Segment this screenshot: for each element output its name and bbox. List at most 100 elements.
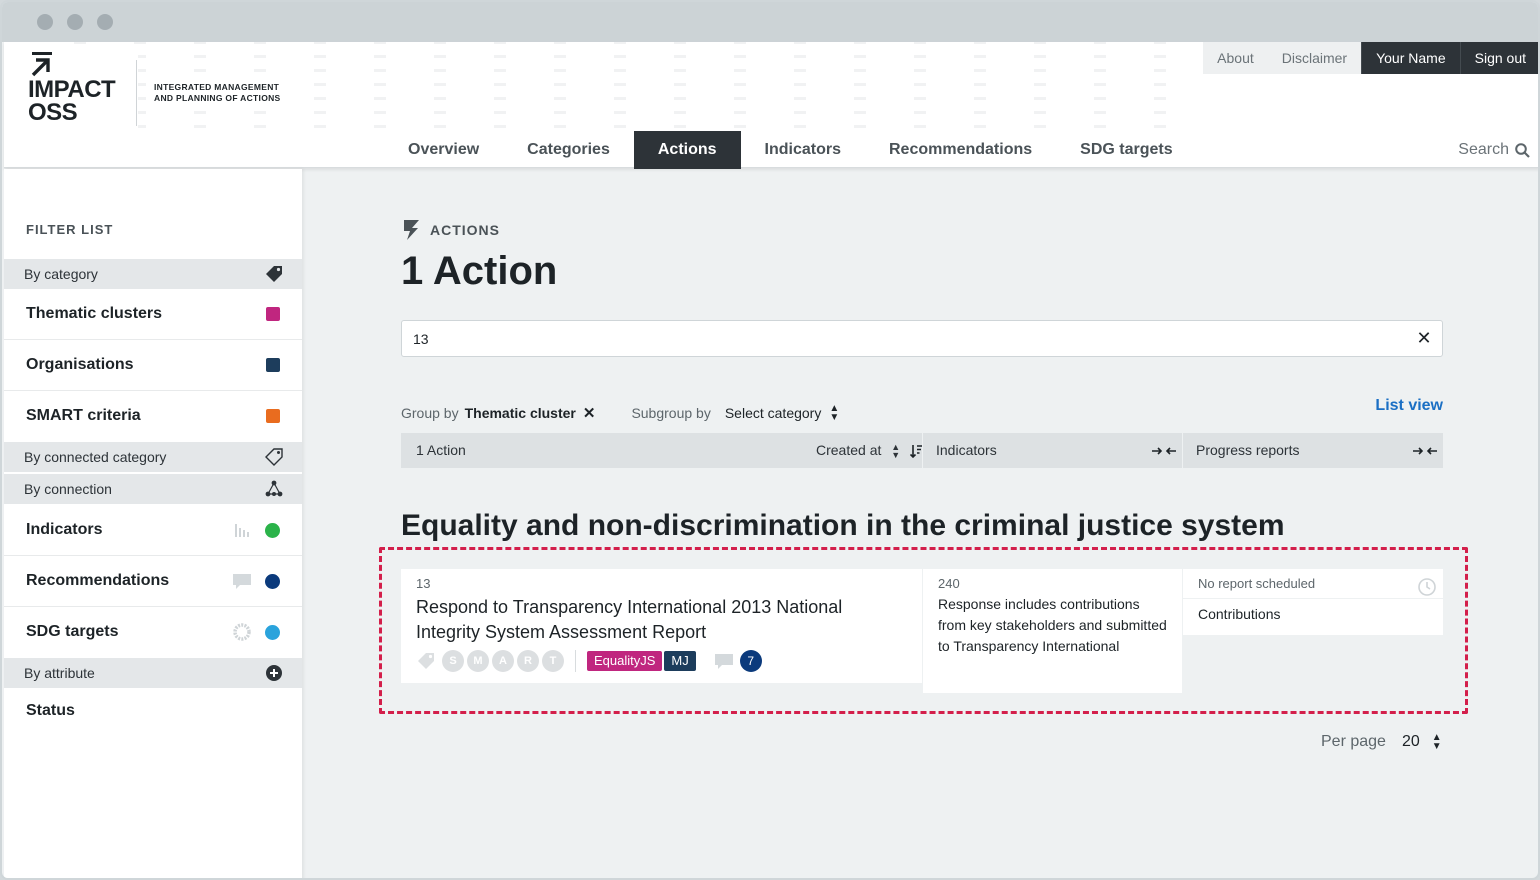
filter-organisations-label: Organisations: [26, 356, 134, 373]
window-close-dot[interactable]: [37, 14, 53, 30]
window-chrome: [2, 2, 1538, 42]
speech-bubble-icon: [233, 574, 251, 589]
category-tag[interactable]: MJ: [664, 651, 696, 671]
report-status: No report scheduled: [1198, 576, 1316, 591]
group-by-select[interactable]: Thematic cluster: [465, 405, 576, 421]
per-page-control: Per page 20 ▲ ▼: [1321, 733, 1442, 752]
smart-color-swatch: [266, 409, 280, 423]
sdg-color-dot: [265, 625, 280, 640]
report-item[interactable]: Contributions: [1198, 606, 1281, 622]
cluster-heading: Equality and non-discrimination in the c…: [401, 509, 1285, 542]
action-card[interactable]: 13 Respond to Transparency International…: [401, 569, 922, 683]
nav-indicators[interactable]: Indicators: [741, 131, 865, 169]
recommendations-icon: [714, 654, 733, 669]
group-by-category-label: By category: [24, 266, 98, 282]
per-page-label: Per page: [1321, 733, 1386, 750]
filter-status-label: Status: [26, 702, 75, 719]
tag-icon: [418, 653, 434, 669]
filter-recommendations[interactable]: Recommendations: [4, 556, 302, 607]
user-name-link[interactable]: Your Name: [1361, 42, 1460, 74]
nav-sdg-targets[interactable]: SDG targets: [1056, 131, 1196, 169]
clock-icon: [1418, 578, 1436, 596]
per-page-select[interactable]: 20: [1402, 733, 1420, 751]
smart-t-badge: T: [542, 650, 564, 672]
meta-divider: [575, 650, 576, 672]
subgroup-sort-icon[interactable]: ▲ ▼: [829, 404, 839, 423]
search-icon: [1515, 142, 1530, 158]
app-claim: INTEGRATED MANAGEMENT AND PLANNING OF AC…: [154, 82, 287, 104]
thematic-color-swatch: [266, 307, 280, 321]
nav-recommendations[interactable]: Recommendations: [865, 131, 1056, 169]
smart-s-badge: S: [442, 650, 464, 672]
indicator-ref: 240: [938, 576, 960, 591]
logo[interactable]: IMPACT OSS: [28, 52, 138, 138]
filter-organisations[interactable]: Organisations: [4, 340, 302, 391]
filter-indicators[interactable]: Indicators: [4, 505, 302, 556]
sort-arrows-icon: ▲ ▼: [891, 442, 901, 461]
nav-overview[interactable]: Overview: [384, 131, 503, 169]
search-box: ✕: [401, 320, 1443, 357]
claim-line1: INTEGRATED MANAGEMENT: [154, 82, 280, 92]
clear-search-icon[interactable]: ✕: [1416, 329, 1432, 347]
expand-progress-reports-icon[interactable]: [1413, 445, 1437, 457]
connection-icon: [265, 480, 283, 497]
smart-m-badge: M: [467, 650, 489, 672]
lightning-icon: [404, 220, 419, 240]
nav-actions[interactable]: Actions: [633, 131, 741, 169]
bar-chart-icon: [235, 524, 249, 537]
group-by-attribute-label: By attribute: [24, 665, 95, 681]
search-label: Search: [1458, 141, 1509, 158]
logo-arrow-icon: [31, 52, 52, 77]
section-label: ACTIONS: [402, 219, 500, 241]
filter-list-title: FILTER LIST: [26, 222, 114, 237]
group-by-connected-category-label: By connected category: [24, 449, 167, 465]
group-by-connection-label: By connection: [24, 481, 112, 497]
filter-sdg-targets[interactable]: SDG targets: [4, 607, 302, 658]
filter-sdg-targets-label: SDG targets: [26, 623, 119, 640]
sign-out-link[interactable]: Sign out: [1459, 42, 1538, 74]
filter-thematic-clusters-label: Thematic clusters: [26, 305, 163, 322]
smart-r-badge: R: [517, 650, 539, 672]
per-page-arrows-icon[interactable]: ▲ ▼: [1432, 733, 1442, 752]
plus-circle-icon: [266, 665, 282, 681]
header-divider: [922, 433, 923, 468]
action-ref: 13: [416, 576, 431, 591]
filter-thematic-clusters[interactable]: Thematic clusters: [4, 289, 302, 340]
filter-indicators-label: Indicators: [26, 521, 103, 538]
logo-text: IMPACT OSS: [28, 78, 116, 125]
window-maximize-dot[interactable]: [97, 14, 113, 30]
action-title[interactable]: Respond to Transparency International 20…: [416, 595, 896, 645]
expand-indicators-icon[interactable]: [1152, 445, 1176, 457]
indicator-card[interactable]: 240 Response includes contributions from…: [922, 569, 1182, 693]
sort-created-at-label: Created at: [816, 442, 882, 458]
group-by-attribute: By attribute: [4, 658, 302, 688]
subgroup-select[interactable]: Select category: [725, 405, 822, 421]
category-tag[interactable]: EqualityJS: [587, 651, 663, 671]
indicators-color-dot: [265, 523, 280, 538]
filter-recommendations-label: Recommendations: [26, 572, 170, 589]
filter-status[interactable]: Status: [4, 686, 302, 737]
header-indicators: Indicators: [936, 442, 997, 458]
disclaimer-link[interactable]: Disclaimer: [1267, 42, 1362, 74]
list-view-link[interactable]: List view: [1375, 397, 1443, 415]
main-content: ACTIONS 1 Action ✕ Group by Thematic clu…: [302, 169, 1538, 878]
remove-group-icon[interactable]: ✕: [583, 404, 596, 422]
nav-categories[interactable]: Categories: [503, 131, 634, 169]
group-by-category: By category: [4, 259, 302, 289]
browser-window: IMPACT OSS INTEGRATED MANAGEMENT AND PLA…: [0, 0, 1540, 880]
recommendations-count-badge: 7: [739, 650, 762, 672]
filter-smart-criteria-label: SMART criteria: [26, 407, 141, 424]
grouping-bar: Group by Thematic cluster ✕ Subgroup by …: [401, 397, 1443, 423]
search-link[interactable]: Search: [1458, 141, 1530, 159]
indicator-text[interactable]: Response includes contributions from key…: [938, 594, 1170, 657]
action-meta-row: S M A R T EqualityJS MJ 7: [416, 650, 762, 672]
about-link[interactable]: About: [1203, 42, 1268, 74]
filter-smart-criteria[interactable]: SMART criteria: [4, 391, 302, 442]
group-by-label: Group by: [401, 405, 459, 421]
section-label-text: ACTIONS: [430, 222, 500, 238]
sort-created-at[interactable]: Created at ▲ ▼: [816, 433, 924, 468]
progress-report-card: No report scheduled Contributions: [1182, 569, 1444, 635]
tag-icon: [266, 266, 282, 282]
search-input[interactable]: [402, 321, 1382, 356]
window-minimize-dot[interactable]: [67, 14, 83, 30]
